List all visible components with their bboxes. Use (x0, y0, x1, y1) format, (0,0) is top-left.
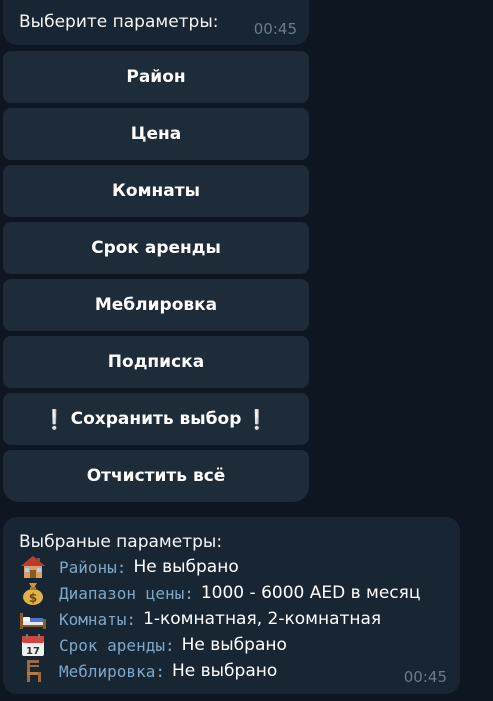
param-key: Комнаты: (59, 609, 137, 629)
message-time: 00:45 (253, 20, 297, 38)
price-button[interactable]: Цена (3, 108, 309, 160)
button-label: Цена (130, 124, 182, 144)
param-key: Районы: (59, 557, 127, 577)
subscription-button[interactable]: Подписка (3, 336, 309, 388)
message-bubble-selected-params: Выбраные параметры: Районы: Не выбрано $ (3, 517, 460, 694)
param-value: Не выбрано (171, 661, 278, 681)
money-bag-icon: $ (19, 581, 47, 605)
param-key: Диапазон цены: (59, 583, 194, 603)
param-key: Меблировка: (59, 661, 165, 681)
button-label: Комнаты (112, 181, 200, 201)
exclamation-icon: ❕ (245, 408, 270, 431)
inline-keyboard: Район Цена Комнаты Срок аренды Меблировк… (3, 51, 309, 507)
save-selection-button[interactable]: ❕ Сохранить выбор ❕ (3, 393, 309, 445)
param-row-furnishing: Меблировка: Не выбрано (19, 658, 277, 684)
message-time: 00:45 (403, 668, 447, 686)
message-bubble-select-params: Выберите параметры: 00:45 (3, 0, 309, 45)
param-value: 1000 - 6000 AED в месяц (200, 583, 421, 603)
exclamation-icon: ❕ (42, 408, 67, 431)
rooms-button[interactable]: Комнаты (3, 165, 309, 217)
bed-icon (19, 607, 47, 631)
param-value: Не выбрано (133, 557, 239, 577)
rental-term-button[interactable]: Срок аренды (3, 222, 309, 274)
button-label: Сохранить выбор (70, 409, 242, 429)
button-label: Отчистить всё (86, 466, 226, 486)
house-icon (19, 555, 47, 579)
button-label: Район (126, 67, 186, 87)
calendar-day: 17 (26, 646, 40, 657)
message-title: Выбраные параметры: (19, 532, 223, 552)
button-label: Подписка (107, 352, 205, 372)
param-row-price-range: $ Диапазон цены: 1000 - 6000 AED в месяц (19, 580, 420, 606)
clear-all-button[interactable]: Отчистить всё (3, 450, 309, 502)
param-row-rooms: Комнаты: 1-комнатная, 2-комнатная (19, 606, 381, 632)
param-value: Не выбрано (181, 635, 287, 655)
furnishing-button[interactable]: Меблировка (3, 279, 309, 331)
button-label: Срок аренды (91, 238, 221, 258)
param-value: 1-комнатная, 2-комнатная (143, 609, 382, 629)
param-row-districts: Районы: Не выбрано (19, 554, 239, 580)
param-row-rental-term: 17 Срок аренды: Не выбрано (19, 632, 287, 658)
calendar-icon: 17 (19, 633, 47, 657)
svg-text:$: $ (29, 591, 37, 605)
message-text: Выберите параметры: (19, 12, 219, 32)
chair-icon (19, 659, 47, 683)
district-button[interactable]: Район (3, 51, 309, 103)
param-key: Срок аренды: (59, 635, 175, 655)
button-label: Меблировка (94, 295, 218, 315)
